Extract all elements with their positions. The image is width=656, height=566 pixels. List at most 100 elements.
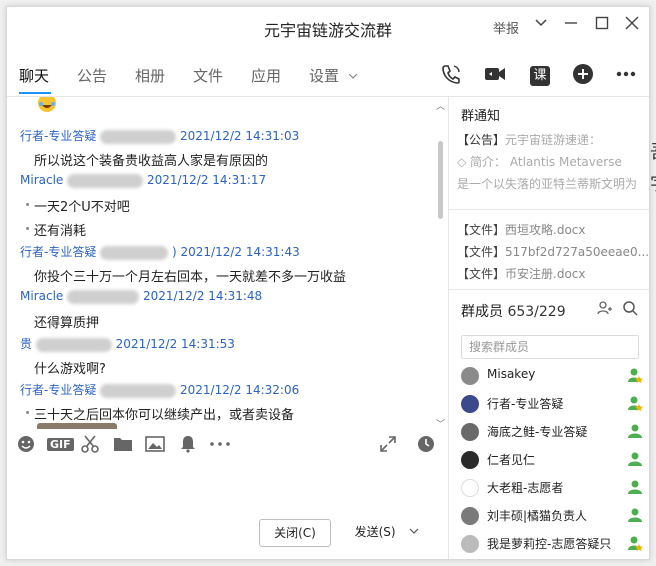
send-button[interactable]: 发送(S) xyxy=(347,519,427,547)
chevron-down-icon[interactable] xyxy=(409,526,419,536)
file-item[interactable]: 【文件】西垣攻略.docx xyxy=(457,221,649,238)
announcement-text: 元宇宙链游速递： xyxy=(505,133,602,147)
intro-line-2: 是一个以失落的亚特兰蒂斯文明为 xyxy=(457,177,638,191)
file-name: 西垣攻略.docx xyxy=(505,223,586,237)
phone-icon[interactable] xyxy=(438,63,464,89)
expand-icon[interactable] xyxy=(379,435,397,458)
more-icon[interactable] xyxy=(209,435,231,458)
message-header: Miracle 2021/12/2 14:31:17 xyxy=(20,173,266,188)
window-title: 元宇宙链游交流群 xyxy=(263,21,392,40)
scroll-down-arrow[interactable]: ﹀ xyxy=(436,417,445,430)
tab-settings-label: 设置 xyxy=(309,67,340,85)
scissors-icon[interactable] xyxy=(81,435,99,458)
member-item[interactable]: 我是萝莉控-志愿答疑只 xyxy=(461,533,649,555)
message-header: 行者-专业答疑 2021/12/2 14:31:03 xyxy=(20,127,299,144)
file-item[interactable]: 【文件】517bf2d727a50eeae0... xyxy=(457,243,649,260)
title-bar: 元宇宙链游交流群 举报 xyxy=(7,7,649,49)
message-text: 一天2个U不对吧 xyxy=(34,200,130,215)
scroll-thumb[interactable] xyxy=(438,141,443,219)
lesson-label: 课 xyxy=(530,66,550,86)
close-button[interactable]: 关闭(C) xyxy=(259,519,331,547)
tab-album[interactable]: 相册 xyxy=(135,65,165,86)
file-label: 【文件】 xyxy=(457,245,506,259)
video-call-icon[interactable] xyxy=(482,63,508,89)
bullet-dot xyxy=(26,203,29,206)
search-icon[interactable] xyxy=(622,300,638,320)
bell-icon[interactable] xyxy=(179,435,197,458)
message-text: 所以说这个装备贵收益高人家是有原因的 xyxy=(34,154,269,169)
add-member-icon[interactable] xyxy=(597,300,613,320)
member-badge-icon xyxy=(628,424,642,438)
message-header: 贵 2021/12/2 14:31:53 xyxy=(20,335,235,352)
member-name: Misakey xyxy=(487,367,536,381)
report-link[interactable]: 举报 xyxy=(493,18,519,37)
scroll-up-arrow[interactable]: ︿ xyxy=(436,99,445,112)
member-search-input[interactable]: 搜索群成员 xyxy=(461,335,639,359)
blurred-name xyxy=(67,173,144,188)
message-sender[interactable]: 贵 xyxy=(20,337,32,351)
member-name: 仁者见仁 xyxy=(487,453,536,467)
message-time: 2021/12/2 14:31:48 xyxy=(142,289,263,303)
chevron-down-icon xyxy=(348,73,358,79)
lesson-icon[interactable]: 课 xyxy=(527,63,553,89)
announcement-line[interactable]: 【公告】元宇宙链游速递： xyxy=(457,131,649,148)
close-icon[interactable] xyxy=(622,15,642,35)
tab-apps[interactable]: 应用 xyxy=(251,65,281,86)
add-icon[interactable] xyxy=(570,63,596,89)
admin-badge-icon xyxy=(628,396,643,411)
owner-badge-icon xyxy=(628,536,643,551)
blurred-name xyxy=(100,245,169,260)
emoji-sticker xyxy=(37,97,57,113)
message-input[interactable] xyxy=(7,463,447,515)
member-name: 我是萝莉控-志愿答疑只 xyxy=(487,537,612,551)
message-sender[interactable]: Miracle xyxy=(20,289,63,303)
message-list[interactable]: 行者-专业答疑 2021/12/2 14:31:03 所以说这个装备贵收益高人家… xyxy=(7,97,445,429)
file-label: 【文件】 xyxy=(457,267,506,281)
gif-icon[interactable]: GIF xyxy=(47,438,74,451)
member-badge-icon xyxy=(628,480,642,494)
file-name: 币安注册.docx xyxy=(505,267,586,281)
member-badge-icon xyxy=(628,452,642,466)
folder-icon[interactable] xyxy=(113,435,133,458)
message-header: 行者-专业答疑 ) 2021/12/2 14:31:43 xyxy=(20,243,300,260)
file-item[interactable]: 【文件】币安注册.docx xyxy=(457,265,649,282)
message-time: 2021/12/2 14:31:53 xyxy=(115,337,235,351)
avatar xyxy=(461,395,479,413)
chat-scrollbar[interactable]: ︿ ﹀ xyxy=(436,99,445,430)
member-item[interactable]: 大老粗-志愿者 xyxy=(461,477,649,499)
file-name: 517bf2d727a50eeae0... xyxy=(505,245,649,259)
more-icon[interactable] xyxy=(613,63,639,89)
members-label: 群成员 xyxy=(461,304,503,320)
member-item[interactable]: 行者-专业答疑 xyxy=(461,393,649,415)
blurred-name xyxy=(67,289,140,304)
chevron-down-icon[interactable] xyxy=(531,15,551,35)
divider xyxy=(449,289,649,290)
member-item[interactable]: 仁者见仁 xyxy=(461,449,649,471)
message-text: 还得算质押 xyxy=(34,316,100,331)
history-clock-icon[interactable] xyxy=(417,435,435,458)
member-item[interactable]: Misakey xyxy=(461,365,649,387)
member-item[interactable]: 海底之鲑-专业答疑 xyxy=(461,421,649,443)
message-sender[interactable]: 行者-专业答疑 xyxy=(20,129,96,143)
intro-label: ◇ 简介： xyxy=(457,155,507,169)
tab-files[interactable]: 文件 xyxy=(193,65,223,86)
members-title: 群成员 653/229 xyxy=(461,301,566,321)
message-time: ) 2021/12/2 14:31:43 xyxy=(172,245,300,259)
message-sender[interactable]: Miracle xyxy=(20,173,63,187)
tab-bar: 聊天 公告 相册 文件 应用 设置 课 xyxy=(7,59,649,97)
tab-settings[interactable]: 设置 xyxy=(309,65,358,86)
member-item[interactable]: 刘丰硕|橘猫负责人 xyxy=(461,505,649,527)
tab-announcement[interactable]: 公告 xyxy=(77,65,107,86)
image-icon[interactable] xyxy=(145,435,165,458)
image-thumbnail[interactable] xyxy=(37,423,117,429)
bullet-dot xyxy=(26,227,29,230)
avatar xyxy=(461,367,479,385)
tab-chat[interactable]: 聊天 xyxy=(19,65,49,86)
background-text: 吾 xyxy=(650,138,656,164)
message-sender[interactable]: 行者-专业答疑 xyxy=(20,245,96,259)
minimize-icon[interactable] xyxy=(561,15,581,35)
intro-line[interactable]: ◇ 简介： Atlantis Metaverse xyxy=(457,153,649,170)
message-sender[interactable]: 行者-专业答疑 xyxy=(20,383,96,397)
maximize-icon[interactable] xyxy=(592,15,612,35)
emoji-icon[interactable] xyxy=(17,435,35,458)
